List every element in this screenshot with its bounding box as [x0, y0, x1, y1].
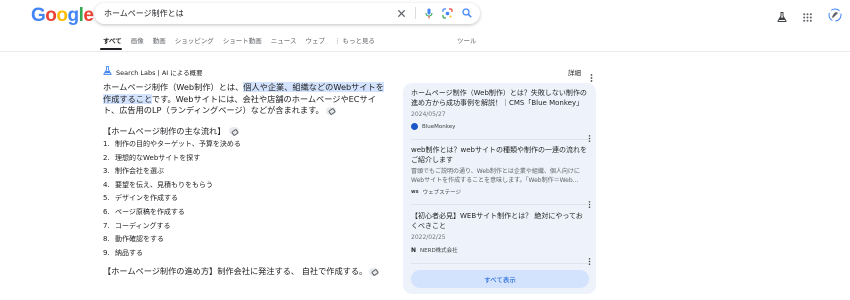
details-button[interactable]: 詳細 — [568, 67, 581, 77]
step-text: ページ原稿を作成する — [115, 207, 185, 216]
site-favicon-icon: N — [411, 246, 417, 254]
site-favicon-icon: ws — [411, 189, 419, 196]
step-number: 2. — [103, 153, 110, 162]
source-card[interactable]: web制作とは？webサイトの種類や制作の一連の流れをご紹介します 冒頭でもご説… — [411, 146, 591, 208]
source-snippet: 冒頭でもご説明の通り、Web制作とは企業や組織、個人向けにWebサイトを作成する… — [411, 168, 580, 184]
source-menu-icon[interactable] — [588, 127, 591, 146]
source-date: 2022/02/25 — [411, 234, 446, 242]
labs-flask-icon[interactable] — [777, 7, 787, 26]
logo-letter: o — [56, 5, 68, 26]
step-text: 制作の目的やターゲット、予算を決める — [115, 140, 241, 148]
list-item: 9. 納品する — [103, 249, 241, 263]
tab-more[interactable]: ⋮ もっと見る — [334, 37, 375, 51]
source-title[interactable]: ホームページ制作（Web制作）とは？失敗しない制作の進め方から成功事例を解説！｜… — [411, 89, 589, 108]
apps-grid-icon[interactable] — [803, 7, 812, 26]
section-title: 【ホームページ制作の主な流れ】 — [103, 126, 226, 136]
tab-more-label: もっと見る — [342, 37, 375, 45]
source-title[interactable]: 【初心者必見】WEBサイト制作とは？ 絶対にやっておくべきこと — [411, 212, 589, 231]
tab-short-videos[interactable]: ショート動画 — [223, 37, 262, 51]
source-site: BlueMonkey — [422, 123, 456, 130]
section-heading: 【ホームページ制作の主な流れ】 — [103, 125, 240, 137]
source-divider — [411, 263, 589, 264]
tab-web[interactable]: ウェブ — [305, 37, 325, 51]
source-divider — [411, 139, 589, 140]
step-text: 動作確認をする — [115, 235, 164, 244]
search-box[interactable] — [94, 3, 480, 24]
list-item: 1. 制作の目的やターゲット、予算を決める — [103, 140, 241, 154]
avatar[interactable] — [828, 7, 842, 26]
microphone-icon[interactable] — [425, 8, 433, 19]
show-all-button[interactable]: すべて表示 — [411, 270, 589, 288]
tools-button[interactable]: ツール — [457, 37, 477, 46]
step-number: 4. — [103, 180, 110, 189]
step-number: 5. — [103, 194, 110, 203]
list-item: 8. 動作確認をする — [103, 235, 241, 249]
logo-letter: g — [67, 5, 80, 26]
step-number: 7. — [103, 221, 110, 230]
search-icon[interactable] — [462, 8, 472, 18]
source-site: ウェブステージ — [422, 190, 461, 197]
step-number: 9. — [103, 248, 110, 257]
list-item: 6. ページ原稿を作成する — [103, 208, 241, 222]
howto-paragraph: 【ホームページ制作の進め方】制作会社に発注する、 自社で作成する。 — [103, 266, 388, 278]
clear-icon[interactable] — [397, 9, 406, 18]
google-logo[interactable]: Google — [31, 5, 94, 27]
logo-letter: e — [83, 5, 94, 26]
active-tab-indicator — [100, 48, 122, 50]
tab-shopping[interactable]: ショッピング — [175, 37, 214, 51]
logo-letter: o — [45, 5, 57, 26]
list-item: 4. 要望を伝え、見積もりをもらう — [103, 181, 241, 195]
list-item: 3. 制作会社を選ぶ — [103, 167, 241, 181]
source-divider — [411, 204, 589, 205]
ai-overview-title: Search Labs | AI による概要 — [116, 68, 203, 77]
step-text: コーディングする — [115, 221, 171, 230]
step-text: 納品する — [115, 248, 143, 257]
list-item: 2. 理想的なWebサイトを探す — [103, 154, 241, 168]
logo-letter: G — [31, 5, 46, 26]
tab-videos[interactable]: 動画 — [153, 37, 166, 51]
search-tabs: すべて 画像 動画 ショッピング ショート動画 ニュース ウェブ ⋮ もっと見る — [103, 37, 384, 51]
list-item: 5. デザインを作成する — [103, 194, 241, 208]
summary-text: ホームページ制作（Web制作）とは、 — [103, 82, 244, 92]
step-text: デザインを作成する — [115, 194, 178, 203]
lens-icon[interactable] — [442, 7, 453, 19]
source-site: NERD株式会社 — [420, 248, 458, 255]
citation-link-icon[interactable] — [369, 267, 380, 276]
ai-overview-header: Search Labs | AI による概要 — [103, 66, 203, 77]
step-number: 1. — [103, 140, 110, 148]
site-favicon-icon — [411, 123, 418, 131]
ai-overview-summary: ホームページ制作（Web制作）とは、個人や企業、組織などのWebサイトを作成する… — [103, 82, 388, 117]
header-divider — [0, 51, 850, 52]
step-number: 6. — [103, 207, 110, 216]
source-card[interactable]: 【初心者必見】WEBサイト制作とは？ 絶対にやっておくべきこと 2022/02/… — [411, 212, 591, 265]
more-vert-icon: ⋮ — [333, 37, 341, 45]
howto-text: 【ホームページ制作の進め方】制作会社に発注する、 自社で作成する。 — [103, 266, 368, 276]
source-card[interactable]: ホームページ制作（Web制作）とは？失敗しない制作の進め方から成功事例を解説！｜… — [411, 89, 591, 142]
source-menu-icon[interactable] — [588, 193, 591, 212]
citation-link-icon[interactable] — [229, 127, 240, 135]
tab-news[interactable]: ニュース — [271, 37, 297, 51]
tab-images[interactable]: 画像 — [131, 37, 144, 51]
step-text: 制作会社を選ぶ — [115, 167, 164, 176]
search-labs-icon — [103, 66, 112, 77]
list-item: 7. コーディングする — [103, 222, 241, 236]
citation-link-icon[interactable] — [325, 106, 336, 115]
search-divider — [415, 7, 416, 19]
step-number: 3. — [103, 167, 110, 176]
source-menu-icon[interactable] — [588, 250, 591, 269]
search-input[interactable] — [104, 9, 394, 18]
step-text: 要望を伝え、見積もりをもらう — [115, 180, 213, 189]
step-number: 8. — [103, 235, 110, 244]
step-text: 理想的なWebサイトを探す — [115, 153, 201, 162]
source-date: 2024/05/27 — [411, 111, 446, 119]
steps-list: 1. 制作の目的やターゲット、予算を決める 2. 理想的なWebサイトを探す 3. 制… — [103, 140, 241, 262]
source-title[interactable]: web制作とは？webサイトの種類や制作の一連の流れをご紹介します — [411, 146, 589, 165]
sources-panel: ホームページ制作（Web制作）とは？失敗しない制作の進め方から成功事例を解説！｜… — [403, 83, 596, 294]
